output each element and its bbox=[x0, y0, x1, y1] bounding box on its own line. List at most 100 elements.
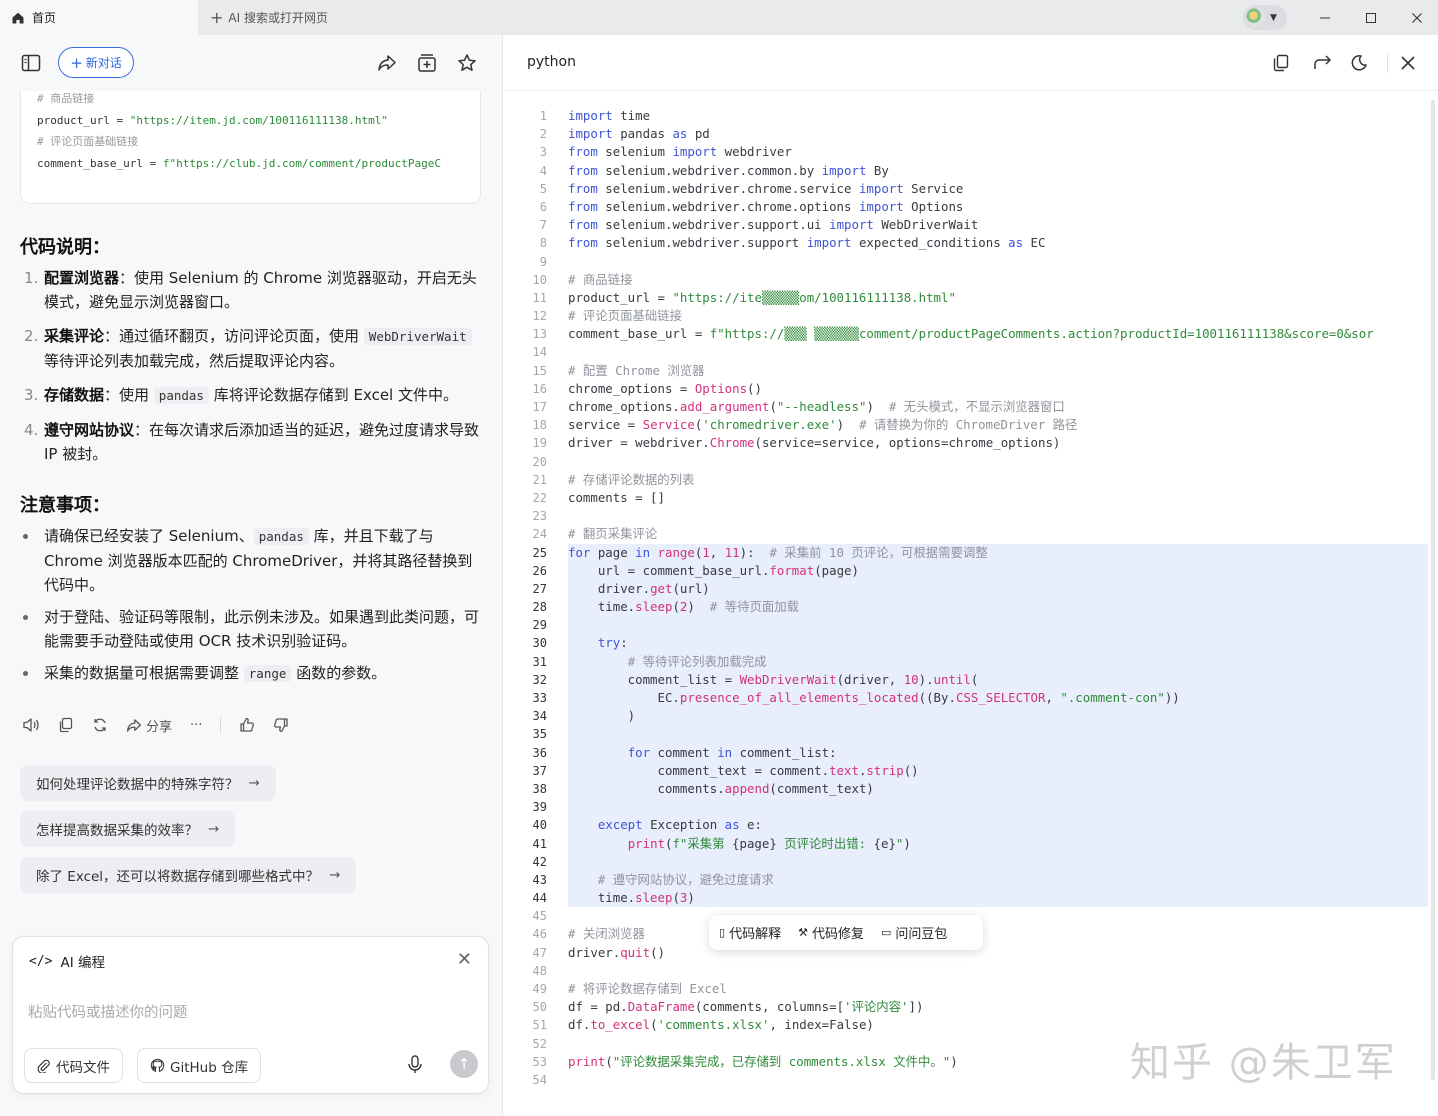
code-line: 5 from selenium.webdriver.chrome.service … bbox=[503, 180, 1438, 198]
line-number: 21 bbox=[532, 472, 547, 487]
share-message-button[interactable]: 分享 bbox=[126, 716, 172, 735]
line-number: 25 bbox=[532, 545, 547, 560]
code-text: service = Service('chromedriver.exe') # … bbox=[568, 417, 1078, 433]
send-button[interactable]: ↑ bbox=[450, 1050, 478, 1078]
profile-button[interactable]: ▼ bbox=[1243, 5, 1287, 30]
suggestion-chip[interactable]: 怎样提高数据采集的效率？ → bbox=[20, 811, 236, 847]
ai-coding-header: </> AI 编程 bbox=[29, 953, 105, 972]
code-snippet-line: # 评论页面基础链接 bbox=[37, 135, 139, 148]
code-line: 18 service = Service('chromedriver.exe') … bbox=[503, 416, 1438, 434]
code-line: 36 for comment in comment_list: bbox=[503, 744, 1438, 762]
new-tab-button[interactable]: + AI 搜索或打开网页 bbox=[210, 0, 328, 35]
line-number: 32 bbox=[532, 672, 547, 687]
code-text: print(f"采集第 {page} 页评论时出错: {e}") bbox=[627, 835, 911, 851]
code-text: # 翻页采集评论 bbox=[568, 526, 658, 542]
line-number: 41 bbox=[532, 836, 547, 851]
line-number: 33 bbox=[532, 691, 547, 705]
read-aloud-icon[interactable] bbox=[22, 717, 40, 733]
copy-code-icon[interactable] bbox=[1270, 52, 1292, 74]
chat-icon: ▭ bbox=[880, 926, 892, 939]
suggestion-chip[interactable]: 如何处理评论数据中的特殊字符？ → bbox=[20, 765, 276, 801]
code-line: 42 bbox=[503, 853, 1438, 871]
export-icon[interactable] bbox=[1312, 52, 1334, 74]
thumbs-up-icon[interactable] bbox=[239, 717, 255, 733]
line-number: 42 bbox=[532, 854, 547, 869]
section-title-notes: 注意事项： bbox=[20, 495, 110, 516]
code-line: 31 # 等待评论列表加载完成 bbox=[503, 653, 1438, 671]
code-snippet-card: # 商品链接 product_url = "https://item.jd.co… bbox=[20, 80, 481, 204]
ask-doubao-button[interactable]: ▭ 问问豆包 bbox=[881, 923, 947, 942]
code-text: comment_base_url = f"https://▒▒▒ ▒▒▒▒▒▒c… bbox=[568, 326, 1374, 342]
more-icon[interactable]: ··· bbox=[190, 718, 202, 733]
code-text: import pandas as pd bbox=[568, 126, 710, 142]
prompt-input[interactable]: 粘贴代码或描述你的问题 bbox=[28, 1001, 188, 1022]
star-icon[interactable] bbox=[456, 52, 478, 74]
sidebar-toggle-icon[interactable] bbox=[20, 52, 42, 74]
code-line: 15 # 配置 Chrome 浏览器 bbox=[503, 362, 1438, 380]
new-chat-button[interactable]: + 新对话 bbox=[58, 47, 134, 78]
code-text: df.to_excel('comments.xlsx', index=False… bbox=[568, 1017, 874, 1033]
code-text: # 存储评论数据的列表 bbox=[568, 471, 695, 487]
code-action-popup: ▯ 代码解释 ⚒ 代码修复 ▭ 问问豆包 bbox=[709, 915, 983, 950]
close-window-button[interactable] bbox=[1394, 0, 1438, 35]
code-text: from selenium.webdriver.chrome.options i… bbox=[568, 198, 964, 214]
code-snippet-line: product_url = "https://item.jd.com/10011… bbox=[37, 113, 388, 127]
code-line: 34 ) bbox=[503, 707, 1438, 725]
code-line: 37 comment_text = comment.text.strip() bbox=[503, 762, 1438, 780]
title-bar: 首页 + AI 搜索或打开网页 ▼ bbox=[0, 0, 1438, 35]
code-text: from selenium.webdriver.chrome.service i… bbox=[568, 180, 964, 196]
add-to-collection-icon[interactable] bbox=[416, 52, 438, 74]
maximize-button[interactable] bbox=[1348, 0, 1394, 35]
code-line: 28 time.sleep(2) # 等待页面加载 bbox=[503, 598, 1438, 616]
share-icon[interactable] bbox=[376, 52, 398, 74]
code-line: 35 bbox=[503, 725, 1438, 743]
code-line: 38 comments.append(comment_text) bbox=[503, 780, 1438, 798]
code-text: # 关闭浏览器 bbox=[568, 926, 645, 942]
document-icon: ▯ bbox=[719, 926, 726, 939]
line-number: 52 bbox=[532, 1036, 547, 1051]
code-line: 17 chrome_options.add_argument("--headles… bbox=[503, 398, 1438, 416]
code-text: chrome_options.add_argument("--headless"… bbox=[568, 399, 1065, 414]
line-number: 23 bbox=[532, 509, 547, 524]
code-text: comments.append(comment_text) bbox=[568, 780, 874, 796]
code-text: print("评论数据采集完成，已存储到 comments.xlsx 文件中。"… bbox=[568, 1053, 958, 1069]
code-line: 44 time.sleep(3) bbox=[503, 889, 1438, 907]
code-text: comment_list = WebDriverWait(driver, 10)… bbox=[568, 671, 979, 687]
list-item: 3. 存储数据：使用 pandas 库将评论数据存储到 Excel 文件中。 bbox=[24, 386, 458, 404]
line-number: 31 bbox=[532, 654, 547, 669]
close-icon[interactable]: ✕ bbox=[457, 949, 472, 970]
minimize-button[interactable] bbox=[1302, 0, 1348, 35]
bullet bbox=[23, 534, 28, 539]
line-number: 48 bbox=[532, 963, 547, 978]
code-text: from selenium.webdriver.common.by import… bbox=[568, 162, 889, 178]
theme-toggle-icon[interactable] bbox=[1348, 52, 1370, 74]
line-number: 39 bbox=[532, 800, 547, 815]
tab-home[interactable]: 首页 bbox=[0, 0, 198, 35]
code-line: 9 bbox=[503, 253, 1438, 271]
explain-code-button[interactable]: ▯ 代码解释 bbox=[719, 923, 781, 942]
code-line: 40 except Exception as e: bbox=[503, 816, 1438, 834]
microphone-icon[interactable] bbox=[405, 1053, 425, 1077]
line-number: 38 bbox=[532, 781, 547, 796]
code-line: 48 bbox=[503, 962, 1438, 980]
line-number: 45 bbox=[532, 909, 547, 924]
scrollbar[interactable] bbox=[1431, 100, 1435, 1080]
close-panel-icon[interactable] bbox=[1397, 52, 1419, 74]
code-line: 11 product_url = "https://ite▒▒▒▒▒om/1001… bbox=[503, 289, 1438, 307]
code-text: from selenium.webdriver.support.ui impor… bbox=[568, 217, 979, 233]
code-editor[interactable]: 1 import time 2 import pandas as pd 3 from se… bbox=[503, 107, 1438, 1107]
code-line: 12 # 评论页面基础链接 bbox=[503, 307, 1438, 325]
fix-code-button[interactable]: ⚒ 代码修复 bbox=[798, 923, 864, 942]
copy-icon[interactable] bbox=[58, 717, 74, 733]
line-number: 49 bbox=[532, 982, 547, 996]
suggestion-chip[interactable]: 除了 Excel，还可以将数据存储到哪些格式中？ → bbox=[20, 857, 357, 893]
github-repo-button[interactable]: GitHub 仓库 bbox=[137, 1048, 262, 1083]
list-item: 4. 遵守网站协议：在每次请求后添加适当的延迟，避免过度请求导致 IP 被封。 bbox=[24, 421, 480, 463]
regenerate-icon[interactable] bbox=[92, 717, 108, 733]
thumbs-down-icon[interactable] bbox=[273, 717, 289, 733]
line-number: 11 bbox=[532, 290, 547, 305]
code-line: 32 comment_list = WebDriverWait(driver, … bbox=[503, 671, 1438, 689]
divider bbox=[220, 717, 222, 733]
share-label: 分享 bbox=[146, 719, 173, 735]
code-file-button[interactable]: 代码文件 bbox=[24, 1048, 123, 1083]
